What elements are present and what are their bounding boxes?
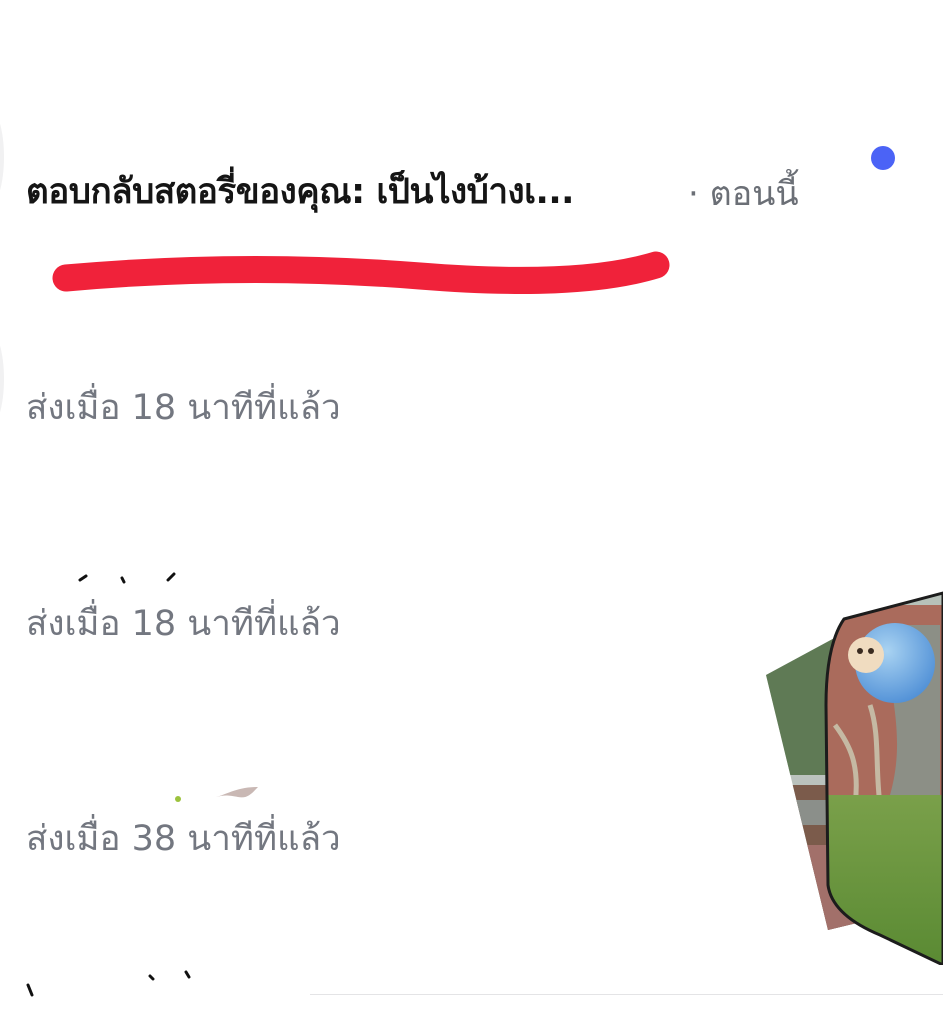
notification-title[interactable]: ตอบกลับสตอรี่ของคุณ: เป็นไงบ้างเ... [26, 164, 574, 219]
notification-timestamp: · ตอนนี้ [688, 174, 799, 214]
avatar[interactable] [0, 108, 4, 206]
sent-time-label: ส่งเมื่อ 18 นาทีที่แล้ว [26, 388, 341, 428]
unread-dot-icon [871, 146, 895, 170]
sent-time-label: ส่งเมื่อ 18 นาทีที่แล้ว [26, 604, 341, 644]
sent-time-label: ส่งเมื่อ 38 นาทีที่แล้ว [26, 819, 341, 859]
redaction-scribble [52, 251, 670, 295]
story-thumbnail-stack-icon[interactable] [740, 585, 943, 965]
list-divider [310, 994, 943, 995]
avatar[interactable] [0, 330, 4, 428]
